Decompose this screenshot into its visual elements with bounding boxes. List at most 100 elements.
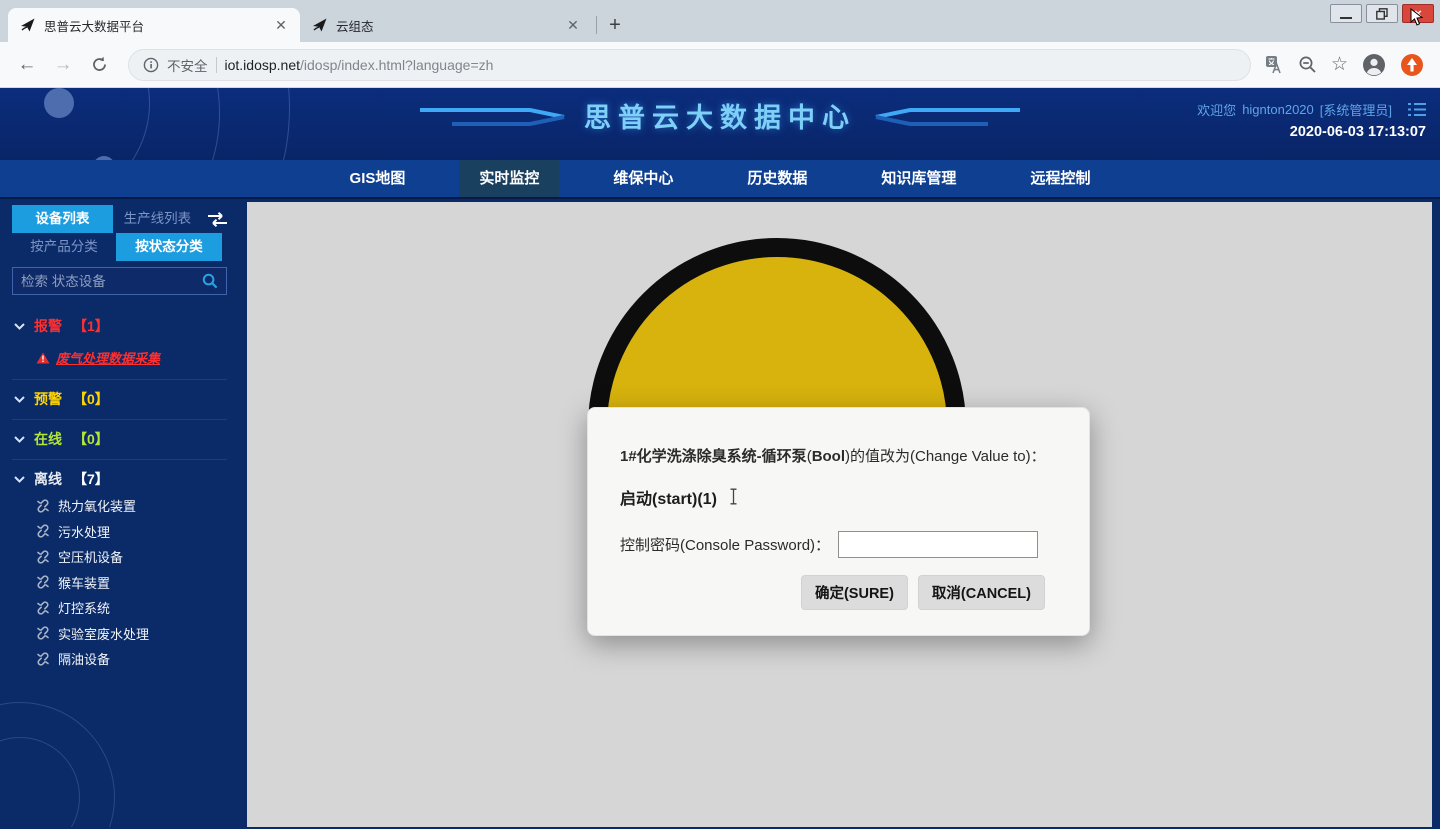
app-title: 思普云大数据中心 [584,96,856,135]
chevron-down-icon [14,396,25,403]
minimize-icon [1340,17,1352,19]
nav-realtime-monitor[interactable]: 实时监控 [459,160,559,197]
current-datetime: 2020-06-03 17:13:07 [1290,124,1426,140]
nav-remote-control[interactable]: 远程控制 [1010,160,1110,197]
warning-label: 预警 [34,389,62,409]
address-bar[interactable]: 不安全 iot.idosp.net/idosp/index.html?langu… [128,49,1251,81]
tab-title: 云组态 [336,16,564,35]
device-label: 空压机设备 [58,547,123,566]
url-text[interactable]: iot.idosp.net/idosp/index.html?language=… [225,57,494,73]
sure-button[interactable]: 确定(SURE) [801,575,908,610]
tab-main[interactable]: 思普云大数据平台 ✕ [8,8,300,42]
offline-device-list: 热力氧化装置 污水处理 空压机设备 猴车装置 [14,493,225,672]
swap-icon[interactable] [208,212,227,227]
device-lab-wastewater[interactable]: 实验室废水处理 [36,621,225,647]
search-input[interactable] [21,274,202,289]
nav-maintenance-center[interactable]: 维保中心 [593,160,693,197]
decor-orbit [0,702,115,827]
site-favicon [20,17,36,33]
device-thermal-oxidation[interactable]: 热力氧化装置 [36,493,225,519]
tree-node-online[interactable]: 在线 【0】 [14,429,225,449]
dialog-new-value: 启动(start)(1) [620,485,1057,509]
tab-by-status[interactable]: 按状态分类 [116,233,222,261]
device-oil-separator[interactable]: 隔油设备 [36,646,225,672]
tab-separator [596,16,597,34]
app-root: 思普云大数据中心 欢迎您 hignton2020 [系统管理员] 2020-06… [0,88,1440,829]
username[interactable]: hignton2020 [1242,102,1314,117]
tab-production-line-list[interactable]: 生产线列表 [113,205,202,233]
back-button[interactable]: ← [12,50,42,80]
device-search-box [12,267,227,295]
tree-node-warning[interactable]: 预警 【0】 [14,389,225,409]
menu-list-icon[interactable] [1408,102,1426,117]
classify-tabs: 按产品分类 按状态分类 [12,233,227,261]
warning-count: 【0】 [73,389,109,409]
device-sewage-treatment[interactable]: 污水处理 [36,519,225,545]
broken-link-icon [36,601,50,615]
password-label: 控制密码(Console Password)： [620,534,830,555]
alarm-count: 【1】 [73,316,109,336]
cancel-button[interactable]: 取消(CANCEL) [918,575,1045,610]
translate-icon[interactable] [1265,55,1284,74]
device-label: 废气处理数据采集 [56,348,160,367]
offline-label: 离线 [34,469,62,489]
new-tab-button[interactable]: + [601,11,629,39]
welcome-bar: 欢迎您 hignton2020 [系统管理员] [1197,100,1426,119]
bookmark-star-icon[interactable]: ☆ [1331,55,1348,74]
console-password-input[interactable] [838,531,1038,558]
extension-badge-icon[interactable] [1400,53,1424,77]
search-icon[interactable] [202,273,218,289]
restore-icon [1376,8,1388,20]
tab-device-list[interactable]: 设备列表 [12,205,113,233]
restore-button[interactable] [1366,4,1398,23]
profile-avatar[interactable] [1362,53,1386,77]
device-label: 热力氧化装置 [58,496,136,515]
title-decor-left [418,102,570,130]
app-body: 设备列表 生产线列表 按产品分类 按状态分类 [0,199,1440,827]
dialog-value-text: 启动(start)(1) [620,485,717,509]
device-waste-gas[interactable]: 废气处理数据采集 [36,348,225,367]
device-label: 灯控系统 [58,598,110,617]
text-cursor [729,488,738,505]
window-controls: × [1330,4,1434,23]
omnibox-divider [216,57,217,73]
minimize-button[interactable] [1330,4,1362,23]
info-icon[interactable] [143,57,159,73]
tree-node-alarm[interactable]: 报警 【1】 [14,316,225,336]
broken-link-icon [36,626,50,640]
offline-count: 【7】 [73,469,109,489]
nav-gis-map[interactable]: GIS地图 [330,160,426,197]
tab-close-icon[interactable]: ✕ [564,16,582,34]
nav-history-data[interactable]: 历史数据 [727,160,827,197]
device-air-compressor[interactable]: 空压机设备 [36,544,225,570]
broken-link-icon [36,550,50,564]
broken-link-icon [36,575,50,589]
warning-triangle-icon [36,352,50,364]
tab-by-product[interactable]: 按产品分类 [12,233,116,261]
online-count: 【0】 [73,429,109,449]
list-type-tabs: 设备列表 生产线列表 [12,205,227,233]
dialog-value-type: Bool [812,448,845,465]
title-decor-right [870,102,1022,130]
close-button[interactable]: × [1402,4,1434,23]
security-label[interactable]: 不安全 [167,55,208,75]
alarm-label: 报警 [34,316,62,336]
reload-button[interactable] [84,50,114,80]
main-nav: GIS地图 实时监控 维保中心 历史数据 知识库管理 远程控制 [0,160,1440,199]
url-path: /idosp/index.html?language=zh [300,57,493,73]
dialog-device-name: 1#化学洗涤除臭系统-循环泵 [620,448,807,465]
nav-knowledge-base[interactable]: 知识库管理 [861,160,976,197]
forward-button[interactable]: → [48,50,78,80]
device-label: 隔油设备 [58,649,110,668]
tab-close-icon[interactable]: ✕ [272,16,290,34]
tree-node-offline[interactable]: 离线 【7】 [14,469,225,489]
zoom-out-icon[interactable] [1298,55,1317,74]
device-light-control[interactable]: 灯控系统 [36,595,225,621]
device-monkey-car[interactable]: 猴车装置 [36,570,225,596]
tab-cloud-config[interactable]: 云组态 ✕ [300,8,592,42]
url-host: iot.idosp.net [225,57,301,73]
tab-strip: 思普云大数据平台 ✕ 云组态 ✕ + [0,0,629,42]
welcome-prefix: 欢迎您 [1197,100,1236,119]
toolbar-actions: ☆ [1265,53,1428,77]
change-value-dialog: 1#化学洗涤除臭系统-循环泵(Bool)的值改为(Change Value to… [587,407,1090,636]
